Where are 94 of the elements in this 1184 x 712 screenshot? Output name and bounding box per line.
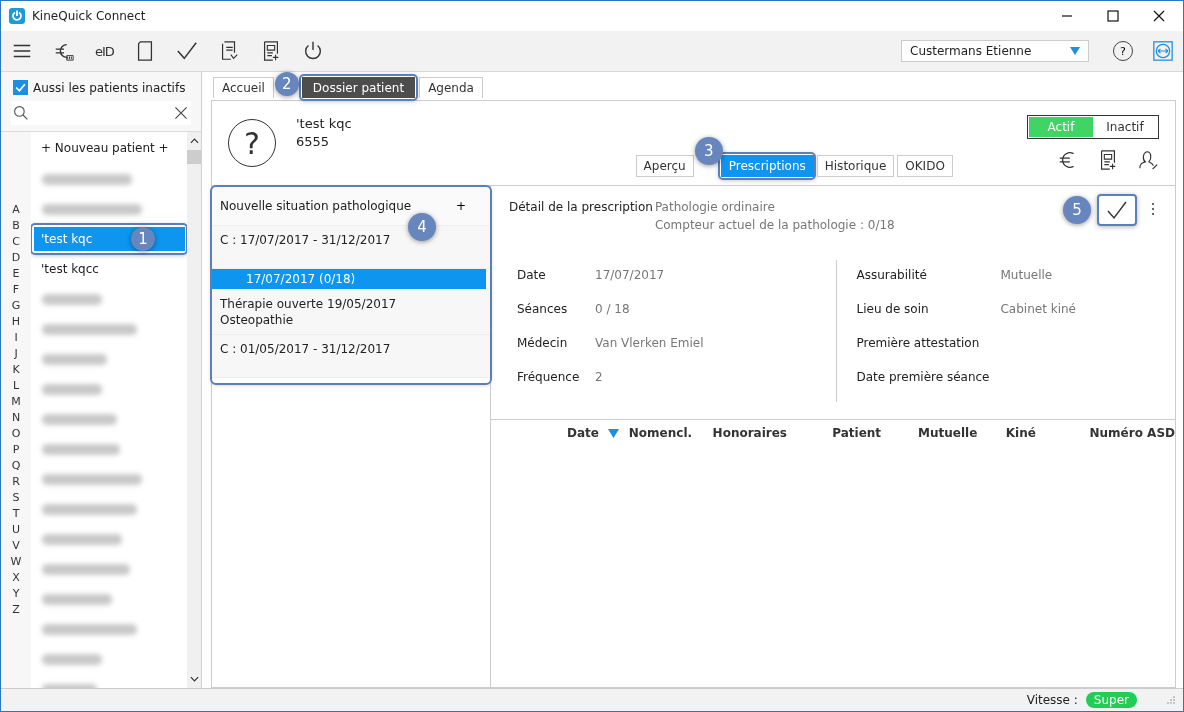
alphabet-letter[interactable]: K — [12, 362, 20, 378]
detail-label: Détail de la prescription — [509, 199, 653, 214]
field-value: 0 / 18 — [595, 302, 630, 318]
new-situation-link[interactable]: Nouvelle situation pathologique — [220, 199, 412, 213]
alphabet-letter[interactable]: P — [12, 442, 20, 458]
field-label: Première attestation — [856, 336, 981, 352]
pathology-type: Pathologie ordinaire — [654, 199, 776, 216]
patient-item[interactable]: 'test kqc 1 — [34, 227, 185, 251]
field-value: 2 — [595, 370, 603, 386]
status-toggle[interactable]: Actif Inactif — [1027, 115, 1159, 139]
alphabet-letter[interactable]: Y — [12, 586, 20, 602]
step-number: 2 — [274, 72, 299, 96]
alphabet-letter[interactable]: S — [12, 490, 20, 506]
field-label: Assurabilité — [856, 268, 928, 284]
speed-badge: Super — [1085, 692, 1137, 708]
alphabet-letter[interactable]: B — [12, 218, 20, 234]
caret-icon — [1070, 47, 1080, 55]
alphabet-letter[interactable]: F — [12, 282, 20, 298]
alphabet-letter[interactable]: M — [11, 394, 21, 410]
column-header[interactable]: Kiné — [1005, 426, 1036, 440]
alphabet-letter[interactable]: E — [12, 266, 20, 282]
speed-label: Vitesse : — [1026, 693, 1078, 707]
app-logo-icon — [9, 8, 25, 24]
search-icon — [13, 105, 29, 121]
alphabet-letter[interactable]: V — [12, 538, 20, 554]
patient-number: 6555 — [296, 133, 331, 151]
column-header[interactable]: Honoraires — [712, 426, 787, 440]
tab[interactable]: Agenda — [419, 77, 483, 98]
alphabet-letter[interactable]: D — [11, 250, 21, 266]
checkbox-label: Aussi les patients inactifs — [33, 80, 186, 95]
patient-item[interactable]: 'test kqcc — [34, 257, 185, 281]
field-value: Van Vlerken Emiel — [595, 336, 704, 352]
alphabet-letter[interactable]: I — [14, 330, 18, 346]
checkmark-icon[interactable] — [175, 40, 198, 62]
new-patient-link[interactable]: + Nouveau patient + — [41, 141, 169, 155]
user-dropdown[interactable]: Custermans Etienne — [901, 40, 1089, 62]
patient-name: 'test kqc — [296, 115, 352, 133]
alphabet-letter[interactable]: O — [11, 426, 21, 442]
field-value: 17/07/2017 — [595, 268, 665, 284]
step-number: 5 — [1063, 196, 1091, 224]
step-number: 4 — [408, 213, 436, 241]
field-label: Séances — [517, 302, 569, 318]
situation-item[interactable]: Thérapie ouverte 19/05/2017 Osteopathie — [212, 290, 490, 335]
field-value: Cabinet kiné — [1000, 302, 1076, 318]
alphabet-letter[interactable]: T — [12, 506, 20, 522]
scroll-up-icon[interactable] — [189, 138, 199, 144]
resize-arrows-icon[interactable] — [1153, 41, 1173, 61]
tab[interactable]: Dossier patient — [301, 77, 416, 98]
subtab[interactable]: Aperçu — [635, 155, 694, 177]
alphabet-letter[interactable]: R — [12, 474, 20, 490]
alphabet-letter[interactable]: H — [11, 314, 21, 330]
scrollbar[interactable] — [187, 132, 201, 688]
alphabet-letter[interactable]: G — [11, 298, 21, 314]
more-options-icon[interactable] — [1151, 202, 1155, 216]
tab[interactable]: Accueil — [213, 77, 274, 98]
column-header[interactable]: Date — [567, 426, 599, 440]
resize-grip-icon — [1167, 696, 1175, 704]
subtab[interactable]: Historique — [816, 155, 895, 177]
validate-button[interactable] — [1097, 194, 1137, 226]
alphabet-letter[interactable]: Q — [11, 458, 21, 474]
close-icon[interactable] — [1153, 10, 1165, 22]
eid-button[interactable]: eID — [95, 43, 114, 59]
maximize-icon[interactable] — [1107, 10, 1119, 22]
column-header[interactable]: Nomencl. — [628, 426, 693, 440]
alphabet-letter[interactable]: L — [12, 378, 20, 394]
alphabet-letter[interactable]: X — [12, 570, 20, 586]
alphabet-letter[interactable]: C — [12, 234, 20, 250]
column-header[interactable]: Patient — [832, 426, 882, 440]
user-edit-icon[interactable] — [1137, 149, 1159, 171]
field-label: Fréquence — [517, 370, 581, 386]
clear-icon[interactable] — [173, 105, 189, 121]
subtab[interactable]: OKIDO — [897, 155, 953, 177]
add-button[interactable]: + — [455, 199, 466, 213]
pathology-counter: Compteur actuel de la pathologie : 0/18 — [654, 217, 895, 234]
sort-arrow-icon[interactable] — [607, 428, 619, 438]
field-label: Lieu de soin — [856, 302, 930, 318]
column-header[interactable]: Mutuelle — [918, 426, 978, 440]
scroll-thumb[interactable] — [187, 150, 201, 164]
field-value: Mutuelle — [1000, 268, 1053, 284]
alphabet-letter[interactable]: N — [11, 410, 21, 426]
alphabet-letter[interactable]: A — [12, 202, 20, 218]
field-label: Date — [517, 268, 547, 284]
window-title: KineQuick Connect — [32, 9, 146, 23]
search-field[interactable] — [11, 101, 191, 125]
alphabet-letter[interactable]: U — [11, 522, 21, 538]
alphabet-letter[interactable]: Z — [12, 602, 20, 618]
step-number: 1 — [131, 227, 155, 251]
field-label: Médecin — [517, 336, 569, 352]
alphabet-letter[interactable]: J — [14, 346, 18, 362]
field-label: Date première séance — [856, 370, 991, 386]
column-header[interactable]: Numéro ASD — [1089, 426, 1175, 440]
scroll-down-icon[interactable] — [189, 676, 199, 682]
alphabet-letter[interactable]: W — [10, 554, 22, 570]
step-number: 3 — [694, 137, 723, 165]
